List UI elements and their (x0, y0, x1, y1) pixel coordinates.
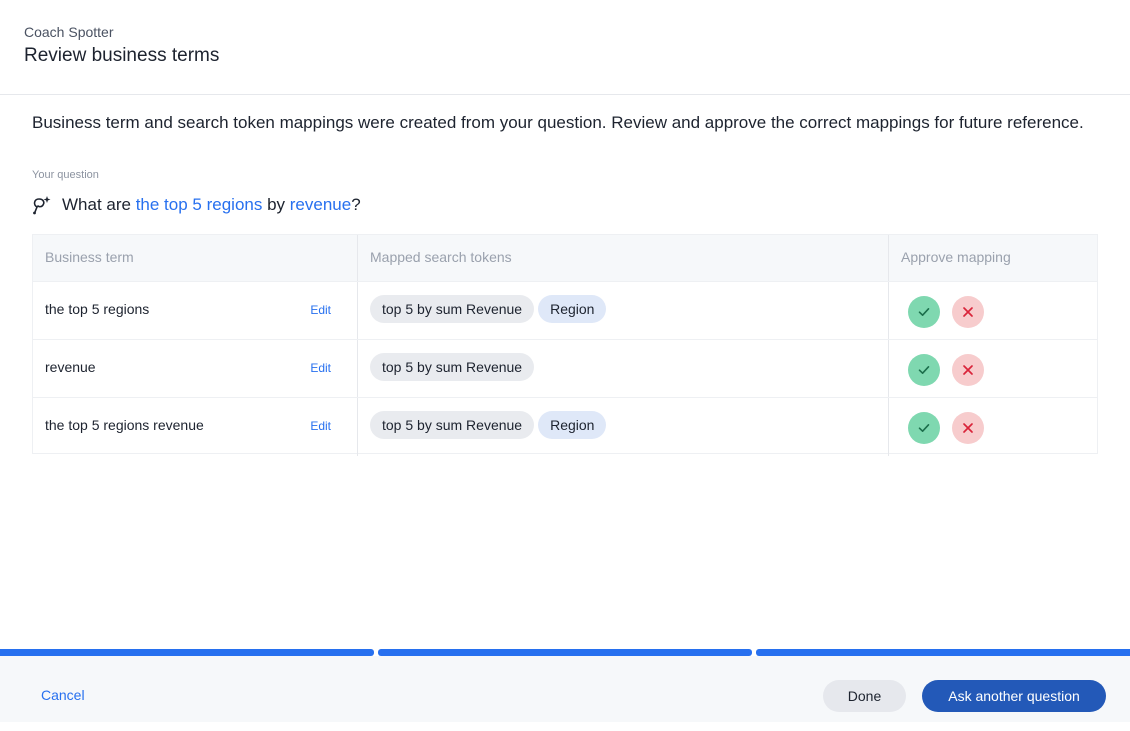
done-button[interactable]: Done (823, 680, 906, 712)
column-header-approve: Approve mapping (888, 235, 1098, 281)
approve-cell (888, 398, 1098, 456)
search-token-chip: top 5 by sum Revenue (370, 411, 535, 439)
business-term: revenue (45, 359, 96, 375)
close-icon (963, 423, 973, 433)
column-header-business-term: Business term (45, 249, 134, 265)
progress-step-3 (756, 649, 1130, 656)
business-term: the top 5 regions (45, 301, 150, 317)
search-token-chip: Region (538, 411, 607, 439)
sparkle-lasso-icon (30, 194, 52, 216)
search-token-chip: Region (538, 295, 607, 323)
close-icon (963, 307, 973, 317)
edit-term-button[interactable]: Edit (310, 303, 331, 317)
dialog-title: Review business terms (24, 45, 220, 66)
approve-button[interactable] (908, 296, 940, 328)
search-token-chip: top 5 by sum Revenue (370, 353, 535, 381)
progress-step-2 (378, 649, 752, 656)
intro-text: Business term and search token mappings … (32, 113, 1084, 132)
progress-step-1 (0, 649, 374, 656)
edit-term-button[interactable]: Edit (310, 361, 331, 375)
table-header: Business term Mapped search tokens Appro… (33, 235, 1097, 281)
check-icon (918, 366, 930, 374)
business-term: the top 5 regions revenue (45, 417, 204, 433)
approve-button[interactable] (908, 412, 940, 444)
search-tokens-cell: top 5 by sum Revenue (357, 340, 888, 398)
cancel-button[interactable]: Cancel (41, 687, 85, 703)
question-text: What are the top 5 regions by revenue? (62, 195, 361, 215)
table-row: revenue Edit top 5 by sum Revenue (33, 339, 1098, 398)
question-label: Your question (32, 169, 99, 181)
ask-another-question-button[interactable]: Ask another question (922, 680, 1106, 712)
reject-button[interactable] (952, 296, 984, 328)
table-row: the top 5 regions Edit top 5 by sum Reve… (33, 281, 1098, 340)
approve-cell (888, 340, 1098, 398)
dialog-header: Coach Spotter Review business terms (0, 0, 1130, 95)
question-part: ? (351, 195, 361, 214)
search-tokens-cell: top 5 by sum Revenue Region (357, 282, 888, 340)
column-header-mapped-tokens: Mapped search tokens (357, 235, 888, 281)
approve-cell (888, 282, 1098, 340)
close-icon (963, 365, 973, 375)
question-part: by (262, 195, 290, 214)
dialog-eyebrow: Coach Spotter (24, 24, 114, 40)
check-icon (918, 308, 930, 316)
business-term-cell: revenue Edit (33, 340, 357, 398)
business-term-cell: the top 5 regions revenue Edit (33, 398, 357, 456)
question-highlight-term: the top 5 regions (135, 195, 263, 214)
question-row: What are the top 5 regions by revenue? (30, 193, 361, 217)
reject-button[interactable] (952, 412, 984, 444)
reject-button[interactable] (952, 354, 984, 386)
dialog-footer: Cancel Done Ask another question (0, 656, 1130, 722)
question-highlight-term: revenue (289, 195, 352, 214)
business-term-cell: the top 5 regions Edit (33, 282, 357, 340)
edit-term-button[interactable]: Edit (310, 419, 331, 433)
check-icon (918, 424, 930, 432)
approve-button[interactable] (908, 354, 940, 386)
mappings-table: Business term Mapped search tokens Appro… (32, 234, 1098, 456)
question-part: What are (62, 195, 136, 214)
search-token-chip: top 5 by sum Revenue (370, 295, 535, 323)
search-tokens-cell: top 5 by sum Revenue Region (357, 398, 888, 456)
table-row: the top 5 regions revenue Edit top 5 by … (33, 397, 1098, 456)
